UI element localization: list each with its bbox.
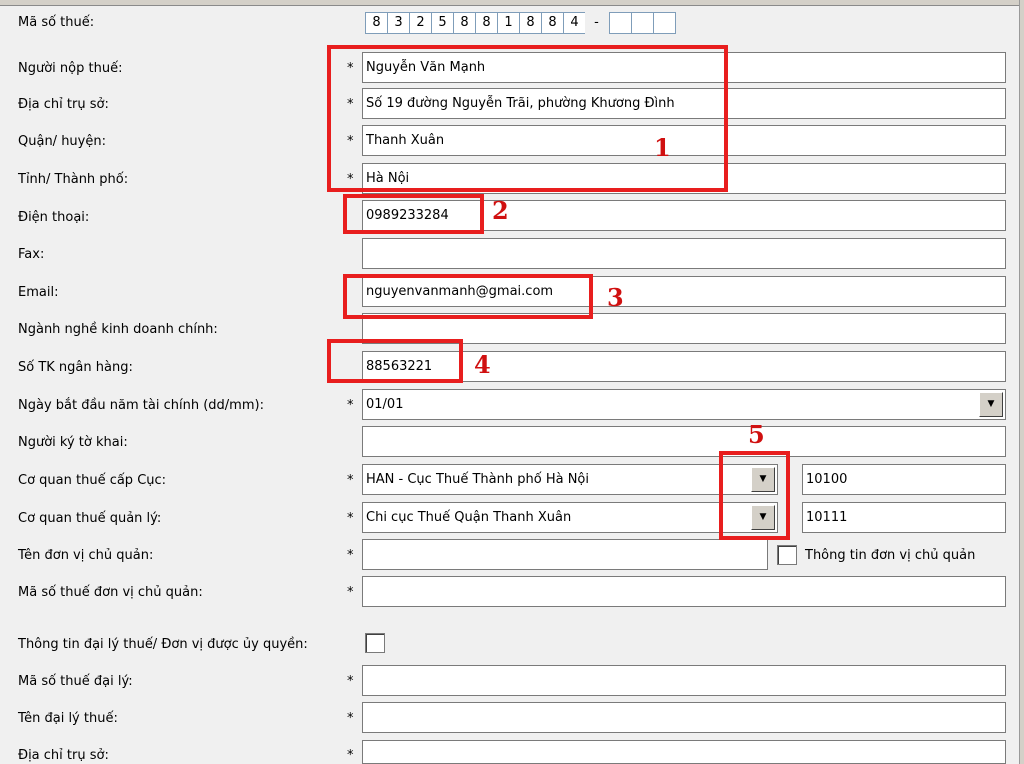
parent-unit-checkbox-label: Thông tin đơn vị chủ quản [805, 548, 976, 563]
required-marker: * [347, 711, 354, 726]
required-marker: * [347, 548, 354, 563]
window-right-border [1019, 0, 1024, 764]
annotation-number-2: 2 [492, 196, 509, 225]
parent-unit-input[interactable] [362, 539, 768, 570]
district-label: Quận/ huyện: [18, 134, 106, 149]
required-marker: * [347, 473, 354, 488]
tax-code-digit[interactable]: 8 [365, 12, 388, 34]
annotation-box-2 [343, 194, 484, 234]
annotation-box-3 [343, 274, 593, 319]
tax-department-select[interactable]: HAN - Cục Thuế Thành phố Hà Nội ▼ [362, 464, 778, 495]
tax-office-label: Cơ quan thuế quản lý: [18, 511, 162, 526]
annotation-box-5 [719, 451, 790, 540]
tax-code-dash: - [585, 12, 608, 34]
tax-code-digit[interactable]: 8 [519, 12, 542, 34]
tax-office-value: Chi cục Thuế Quận Thanh Xuân [366, 510, 572, 525]
parent-unit-checkbox[interactable] [777, 545, 797, 565]
tax-code-suffix-digit[interactable] [609, 12, 632, 34]
tax-code-digit[interactable]: 2 [409, 12, 432, 34]
bank-account-label: Số TK ngân hàng: [18, 360, 133, 375]
tax-code-digit[interactable]: 1 [497, 12, 520, 34]
required-marker: * [347, 748, 354, 763]
fiscal-start-value: 01/01 [366, 397, 404, 412]
tax-department-value: HAN - Cục Thuế Thành phố Hà Nội [366, 472, 589, 487]
required-marker: * [347, 585, 354, 600]
annotation-number-3: 3 [607, 283, 624, 312]
taxpayer-label: Người nộp thuế: [18, 61, 123, 76]
agent-info-label: Thông tin đại lý thuế/ Đơn vị được ủy qu… [18, 637, 308, 652]
annotation-number-1: 1 [654, 133, 671, 162]
annotation-number-4: 4 [474, 350, 491, 379]
tax-code-label: Mã số thuế: [18, 15, 95, 30]
tax-code-digit[interactable]: 8 [453, 12, 476, 34]
fax-input[interactable] [362, 238, 1006, 269]
tax-department-label: Cơ quan thuế cấp Cục: [18, 473, 167, 488]
business-label: Ngành nghề kinh doanh chính: [18, 322, 218, 337]
agent-info-checkbox[interactable] [365, 633, 385, 653]
signer-input[interactable] [362, 426, 1006, 457]
window-top-border [0, 0, 1024, 6]
signer-label: Người ký tờ khai: [18, 435, 128, 450]
agent-address-input[interactable] [362, 740, 1006, 764]
tax-code-digit[interactable]: 8 [475, 12, 498, 34]
parent-unit-label: Tên đơn vị chủ quản: [18, 548, 154, 563]
tax-code-digit[interactable]: 4 [563, 12, 586, 34]
required-marker: * [347, 674, 354, 689]
agent-name-label: Tên đại lý thuế: [18, 711, 118, 726]
phone-label: Điện thoại: [18, 210, 90, 225]
tax-code-suffix-digit[interactable] [631, 12, 654, 34]
parent-tax-code-input[interactable] [362, 576, 1006, 607]
province-label: Tỉnh/ Thành phố: [18, 172, 129, 187]
tax-code-digit[interactable]: 3 [387, 12, 410, 34]
tax-code-digit[interactable]: 8 [541, 12, 564, 34]
agent-tax-code-input[interactable] [362, 665, 1006, 696]
required-marker: * [347, 511, 354, 526]
chevron-down-icon[interactable]: ▼ [979, 392, 1003, 417]
address-label: Địa chỉ trụ sở: [18, 97, 109, 112]
annotation-box-4 [327, 339, 463, 383]
parent-tax-code-label: Mã số thuế đơn vị chủ quản: [18, 585, 203, 600]
agent-name-input[interactable] [362, 702, 1006, 733]
tax-code-suffix-digit[interactable] [653, 12, 676, 34]
required-marker: * [347, 398, 354, 413]
fiscal-start-label: Ngày bắt đầu năm tài chính (dd/mm): [18, 398, 264, 413]
annotation-number-5: 5 [748, 420, 765, 449]
agent-tax-code-label: Mã số thuế đại lý: [18, 674, 133, 689]
fax-label: Fax: [18, 247, 45, 262]
tax-department-code[interactable]: 10100 [802, 464, 1006, 495]
tax-code-digit[interactable]: 5 [431, 12, 454, 34]
tax-office-code[interactable]: 10111 [802, 502, 1006, 533]
agent-address-label: Địa chỉ trụ sở: [18, 748, 109, 763]
email-label: Email: [18, 285, 59, 300]
tax-office-select[interactable]: Chi cục Thuế Quận Thanh Xuân ▼ [362, 502, 778, 533]
annotation-box-1 [327, 45, 728, 192]
fiscal-start-select[interactable]: 01/01 ▼ [362, 389, 1006, 420]
